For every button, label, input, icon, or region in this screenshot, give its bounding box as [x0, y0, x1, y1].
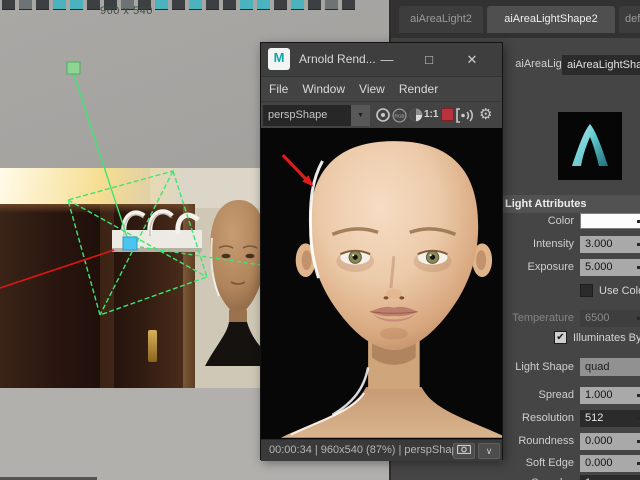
- viewport-toolbar-icon[interactable]: [2, 0, 15, 10]
- render-region-icon[interactable]: [441, 108, 454, 121]
- intensity-field[interactable]: 3.000: [580, 236, 640, 253]
- viewport-toolbar-icon[interactable]: [19, 0, 32, 10]
- window-titlebar[interactable]: M Arnold Rend... — □ ✕: [261, 43, 502, 76]
- arnold-renderview-window[interactable]: M Arnold Rend... — □ ✕ File Window View …: [260, 42, 503, 460]
- chevron-down-icon[interactable]: ▼: [351, 105, 370, 126]
- viewport-toolbar-icon[interactable]: [274, 0, 287, 10]
- camera-icon: [457, 444, 471, 454]
- annotation-arrow: [283, 155, 314, 187]
- viewport-toolbar-icon[interactable]: [325, 0, 338, 10]
- resolution-gate-label: 960 x 540: [100, 5, 153, 17]
- tab-aiAreaLight2[interactable]: aiAreaLight2: [399, 6, 483, 33]
- viewport-toolbar-icon[interactable]: [291, 0, 304, 10]
- snapshot-target-icon[interactable]: [375, 107, 391, 123]
- viewport-toolbar-icon[interactable]: [70, 0, 83, 10]
- snapshot-camera-button[interactable]: [453, 443, 475, 459]
- menu-view[interactable]: View: [359, 82, 385, 96]
- viewport-toolbar-icon[interactable]: [257, 0, 270, 10]
- window-title: Arnold Rend...: [299, 52, 376, 66]
- viewport-toolbar-icon[interactable]: [53, 0, 66, 10]
- node-name-field[interactable]: aiAreaLightShape2: [562, 55, 640, 75]
- viewport-toolbar-icon[interactable]: [223, 0, 236, 10]
- coat-hooks: [108, 196, 208, 262]
- exposure-field[interactable]: 5.000: [580, 259, 640, 276]
- viewport-toolbar-icon[interactable]: [240, 0, 253, 10]
- expand-chevron-button[interactable]: ∨: [478, 443, 500, 459]
- menubar: File Window View Render: [261, 76, 502, 101]
- roundness-field[interactable]: 0.000: [580, 433, 640, 450]
- light-shape-dropdown[interactable]: quad: [580, 358, 640, 376]
- settings-gear-icon[interactable]: ⚙: [479, 105, 492, 123]
- color-swatch[interactable]: [580, 213, 640, 229]
- close-button[interactable]: ✕: [459, 50, 485, 70]
- maya-screen: 960 x 540: [0, 0, 640, 480]
- manipulator-handle: [67, 62, 80, 74]
- minimize-button[interactable]: —: [374, 50, 400, 70]
- viewport-toolbar-icon[interactable]: [172, 0, 185, 10]
- menu-render[interactable]: Render: [399, 82, 438, 96]
- render-toolbar: perspShape ▼ RGB 1:1: [261, 101, 502, 128]
- viewport-toolbar: [0, 0, 389, 11]
- temperature-field: 6500: [580, 310, 640, 327]
- use-color-temperature-checkbox[interactable]: [580, 284, 593, 297]
- maya-app-icon: M: [268, 48, 290, 70]
- render-image-area[interactable]: [261, 128, 502, 439]
- camera-select-dropdown[interactable]: perspShape: [263, 105, 351, 126]
- viewport-toolbar-icon[interactable]: [189, 0, 202, 10]
- tab-aiAreaLightShape2[interactable]: aiAreaLightShape2: [487, 6, 615, 33]
- svg-text:RGB: RGB: [395, 114, 405, 119]
- menu-window[interactable]: Window: [302, 82, 345, 96]
- samples-field[interactable]: 1: [580, 475, 640, 480]
- resolution-field[interactable]: 512: [580, 410, 640, 427]
- use-color-temperature-label: Use Color Temperature: [599, 285, 640, 297]
- spread-field[interactable]: 1.000: [580, 387, 640, 404]
- rendered-head: [261, 128, 502, 439]
- viewport-toolbar-icon[interactable]: [155, 0, 168, 10]
- brass-handle: [148, 330, 157, 362]
- illuminates-by-default-label: Illuminates By Default: [573, 332, 640, 344]
- viewport-toolbar-icon[interactable]: [87, 0, 100, 10]
- ipr-refresh-icon[interactable]: [456, 108, 476, 123]
- background-toggle-icon[interactable]: [409, 108, 423, 122]
- tab-defaultLightSet[interactable]: defaultLightSet: [619, 6, 640, 33]
- render-statusbar: 00:00:34 | 960x540 (87%) | perspShape ∨: [261, 439, 502, 461]
- zoom-ratio-label[interactable]: 1:1: [424, 109, 438, 120]
- viewport-toolbar-icon[interactable]: [36, 0, 49, 10]
- viewport-toolbar-icon[interactable]: [308, 0, 321, 10]
- illuminates-by-default-checkbox[interactable]: ✔: [554, 331, 567, 344]
- viewport-toolbar-icon[interactable]: [206, 0, 219, 10]
- maximize-button[interactable]: □: [416, 50, 442, 70]
- viewport-toolbar-icon[interactable]: [342, 0, 355, 10]
- rgb-channels-icon[interactable]: RGB: [392, 108, 407, 123]
- render-status-text: 00:00:34 | 960x540 (87%) | perspShape: [269, 444, 453, 456]
- scene-character-head: [205, 198, 267, 366]
- soft-edge-field[interactable]: 0.000: [580, 455, 640, 472]
- menu-file[interactable]: File: [269, 82, 288, 96]
- arnold-logo: [558, 112, 622, 180]
- attribute-editor-tabs: aiAreaLight2 aiAreaLightShape2 defaultLi…: [391, 0, 640, 38]
